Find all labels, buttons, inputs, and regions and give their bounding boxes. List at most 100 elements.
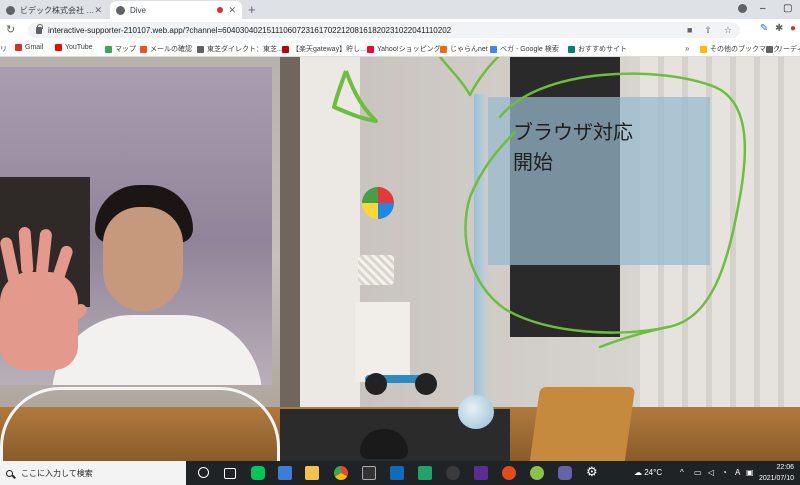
notification-icon[interactable]: ▣ [746, 468, 754, 477]
gmail-icon [15, 44, 22, 51]
tab-title: ビデック株式会社 - AR/MRでクラ [20, 5, 94, 15]
extension-icon[interactable]: ✎ [760, 23, 768, 34]
google-icon [490, 45, 497, 53]
search-icon [6, 469, 13, 477]
cortana-icon[interactable] [198, 467, 209, 478]
teams-icon[interactable] [558, 466, 572, 480]
bookmark-label: リーディン [776, 46, 800, 53]
toshiba-icon [197, 45, 204, 53]
tab-videck[interactable]: ビデック株式会社 - AR/MRでクラ ✕ [0, 1, 108, 19]
terminal-icon[interactable] [362, 466, 376, 480]
bookmark-label: 東芝ダイレクト：東芝... [207, 46, 283, 53]
reading-list-icon [766, 45, 773, 53]
outlook-icon[interactable] [390, 466, 404, 480]
file-explorer-icon[interactable] [305, 466, 319, 480]
profile-icon[interactable]: ● [790, 23, 796, 34]
cloud-icon: ☁ [634, 468, 642, 477]
microsoft-icon [140, 45, 147, 53]
slack-icon[interactable] [530, 466, 544, 480]
bookmark-maps[interactable]: マップ [105, 44, 136, 54]
maximize-icon[interactable]: ▢ [783, 3, 792, 14]
person-face [103, 207, 183, 311]
ar-stroke-arrow [332, 70, 378, 123]
battery-icon[interactable]: ▭ [694, 468, 702, 477]
bookmark-label: ベガ - Google 検索 [500, 46, 559, 53]
folder-icon [700, 45, 707, 53]
address-bar[interactable]: interactive-supporter-210107.web.app/?ch… [28, 22, 740, 38]
video-stream: ブラウザ対応 開始 [0, 57, 800, 461]
minimize-icon[interactable]: – [760, 3, 766, 14]
taskbar-search[interactable]: ここに入力して検索 [0, 461, 186, 485]
paint-icon[interactable] [502, 466, 516, 480]
app-icon[interactable] [446, 466, 460, 480]
clock-date: 2021/07/10 [758, 475, 794, 482]
ar-stroke-circle [464, 72, 747, 334]
chrome-icon[interactable] [334, 466, 348, 480]
more-bookmarks-icon[interactable]: » [685, 44, 689, 53]
wifi-icon[interactable]: ◔ [722, 468, 727, 477]
tray-chevron-icon[interactable]: ^ [680, 468, 684, 477]
globe-icon [116, 5, 125, 15]
puzzle-icon[interactable]: ✱ [775, 23, 783, 34]
account-icon[interactable] [738, 4, 747, 13]
tablet-icon[interactable] [278, 466, 292, 480]
camera-icon[interactable]: ■ [687, 25, 692, 36]
tab-strip: ビデック株式会社 - AR/MRでクラ ✕ Dive ✕ + – ▢ [0, 0, 800, 19]
self-camera-view [0, 67, 272, 385]
bookmark-toshiba[interactable]: 東芝ダイレクト：東芝... [197, 44, 283, 54]
bookmark-label: おすすめサイト [578, 46, 627, 53]
weather-widget[interactable]: ☁ 24°C [634, 468, 662, 477]
toolbar: ↻ interactive-supporter-210107.web.app/?… [0, 19, 800, 41]
youtube-icon [55, 44, 62, 51]
bookmark-label: 【楽天gateway】貯し... [292, 46, 366, 53]
bookmark-apps[interactable]: リ [0, 44, 7, 54]
windows-taskbar: ここに入力して検索 ⚙ ☁ 24°C ^ ▭ ◁ ◔ A ▣ 22:06 202… [0, 461, 800, 485]
clock-time: 22:06 [776, 464, 794, 471]
url-text: interactive-supporter-210107.web.app/?ch… [48, 25, 452, 35]
rakuten-icon [282, 45, 289, 53]
bookmark-gmail[interactable]: Gmail [15, 44, 43, 51]
search-placeholder: ここに入力して検索 [21, 468, 93, 478]
bookmark-label: YouTube [65, 44, 93, 51]
share-icon[interactable]: ⇪ [704, 25, 712, 36]
line-icon[interactable] [251, 466, 265, 480]
bookmark-mail[interactable]: メールの確認 [140, 44, 192, 54]
task-view-icon[interactable] [224, 468, 236, 479]
jalan-icon [440, 45, 447, 53]
bookmark-youtube[interactable]: YouTube [55, 44, 93, 51]
ime-icon[interactable]: A [735, 468, 740, 477]
bookmark-label: じゃらんnet [450, 46, 488, 53]
new-tab-button[interactable]: + [248, 2, 256, 17]
excel-icon[interactable] [418, 466, 432, 480]
bing-icon [568, 45, 575, 53]
bookmark-label: Yahoo!ショッピング [377, 46, 441, 53]
close-icon[interactable]: ✕ [94, 5, 102, 16]
visual-studio-icon[interactable] [474, 466, 488, 480]
maps-icon [105, 45, 112, 53]
bookmark-bing[interactable]: おすすめサイト [568, 44, 627, 54]
star-icon[interactable]: ☆ [724, 25, 732, 36]
recording-icon [217, 7, 224, 13]
bookmarks-bar: リ Gmail YouTube マップ メールの確認 東芝ダイレクト：東芝...… [0, 41, 800, 57]
close-icon[interactable]: ✕ [228, 5, 236, 16]
bookmark-jalan[interactable]: じゃらんnet [440, 44, 488, 54]
person-shirt [52, 315, 262, 385]
settings-icon[interactable]: ⚙ [586, 464, 600, 479]
weather-temp: 24°C [644, 468, 663, 477]
yahoo-icon [367, 45, 374, 53]
system-clock[interactable]: 22:06 2021/07/10 [759, 462, 794, 484]
globe-icon [6, 5, 15, 15]
reload-icon[interactable]: ↻ [6, 23, 15, 36]
bookmark-rakuten[interactable]: 【楽天gateway】貯し... [282, 44, 366, 54]
tab-title: Dive [130, 5, 147, 15]
apps-icon: リ [0, 46, 7, 53]
volume-icon[interactable]: ◁ [708, 468, 714, 477]
bookmark-label: Gmail [25, 44, 44, 51]
bookmark-yahoo[interactable]: Yahoo!ショッピング [367, 44, 441, 54]
reading-list[interactable]: リーディン [766, 44, 800, 54]
bookmark-label: マップ [115, 46, 136, 53]
ar-stroke-tail [598, 325, 670, 349]
bookmark-label: メールの確認 [150, 46, 192, 53]
bookmark-google[interactable]: ベガ - Google 検索 [490, 44, 559, 54]
tab-dive[interactable]: Dive ✕ [110, 1, 242, 19]
